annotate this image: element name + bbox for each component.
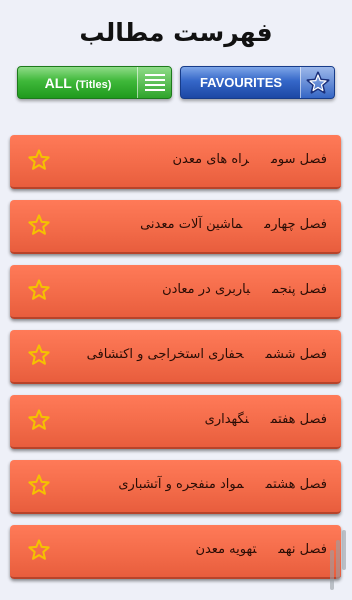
chapter-text: فصل ششم حفاری استخراجی و اکتشافی: [87, 347, 327, 362]
star-outline-icon[interactable]: [28, 409, 50, 431]
chapter-text: فصل پنجم باربری در معادن: [162, 282, 327, 297]
chapter-number: فصل هفتم: [270, 412, 327, 427]
chapter-title: راه های معدن: [172, 152, 249, 167]
chapter-text: فصل چهارم ماشین آلات معدنی: [140, 217, 327, 232]
chapter-title: نگهداری: [204, 412, 249, 427]
chapter-list-item[interactable]: فصل ششم حفاری استخراجی و اکتشافی: [10, 330, 341, 384]
chapter-list-item[interactable]: فصل پنجم باربری در معادن: [10, 265, 341, 319]
chapter-number: فصل پنجم: [272, 282, 327, 297]
chapter-text: فصل هشتم مواد منفجره و آتشباری: [118, 477, 327, 492]
chapter-text: فصل هفتم نگهداری: [205, 412, 327, 427]
star-outline-icon[interactable]: [28, 149, 50, 171]
chapter-title: ماشین آلات معدنی: [140, 217, 243, 232]
chapter-title: حفاری استخراجی و اکتشافی: [86, 347, 244, 362]
page-title: فهرست مطالب: [79, 18, 273, 47]
chapter-list-item[interactable]: فصل سوم راه های معدن: [10, 135, 341, 189]
chapter-title: باربری در معادن: [162, 282, 251, 297]
chapter-title: تهویه معدن: [195, 542, 257, 557]
star-outline-icon[interactable]: [28, 279, 50, 301]
menu-icon: [137, 67, 171, 98]
chapter-number: فصل سوم: [270, 152, 327, 167]
star-outline-icon[interactable]: [28, 474, 50, 496]
favourites-button[interactable]: FAVOURITES: [180, 66, 335, 99]
titles-label: (Titles): [75, 79, 112, 91]
chapter-text: فصل سوم راه های معدن: [172, 152, 327, 167]
chapter-number: فصل چهارم: [264, 217, 327, 232]
favourites-label: FAVOURITES: [199, 75, 283, 90]
chapter-list-item[interactable]: فصل چهارم ماشین آلات معدنی: [10, 200, 341, 254]
star-icon: [300, 67, 334, 98]
scroll-indicator-icon: [330, 530, 346, 590]
star-outline-icon[interactable]: [28, 539, 50, 561]
chapter-list-item[interactable]: فصل نهم تهویه معدن: [10, 525, 341, 579]
chapter-list-item[interactable]: فصل هشتم مواد منفجره و آتشباری: [10, 460, 341, 514]
star-outline-icon[interactable]: [28, 344, 50, 366]
all-label: ALL: [44, 75, 72, 91]
chapter-number: فصل نهم: [278, 542, 327, 557]
chapter-number: فصل ششم: [265, 347, 327, 362]
header: فهرست مطالب ALL (Titles) FAVOURITES: [0, 0, 352, 135]
chapter-list-item[interactable]: فصل هفتم نگهداری: [10, 395, 341, 449]
chapter-number: فصل هشتم: [265, 477, 327, 492]
star-outline-icon[interactable]: [28, 214, 50, 236]
all-titles-button[interactable]: ALL (Titles): [17, 66, 172, 99]
chapter-title: مواد منفجره و آتشباری: [118, 477, 244, 492]
chapter-text: فصل نهم تهویه معدن: [195, 542, 327, 557]
